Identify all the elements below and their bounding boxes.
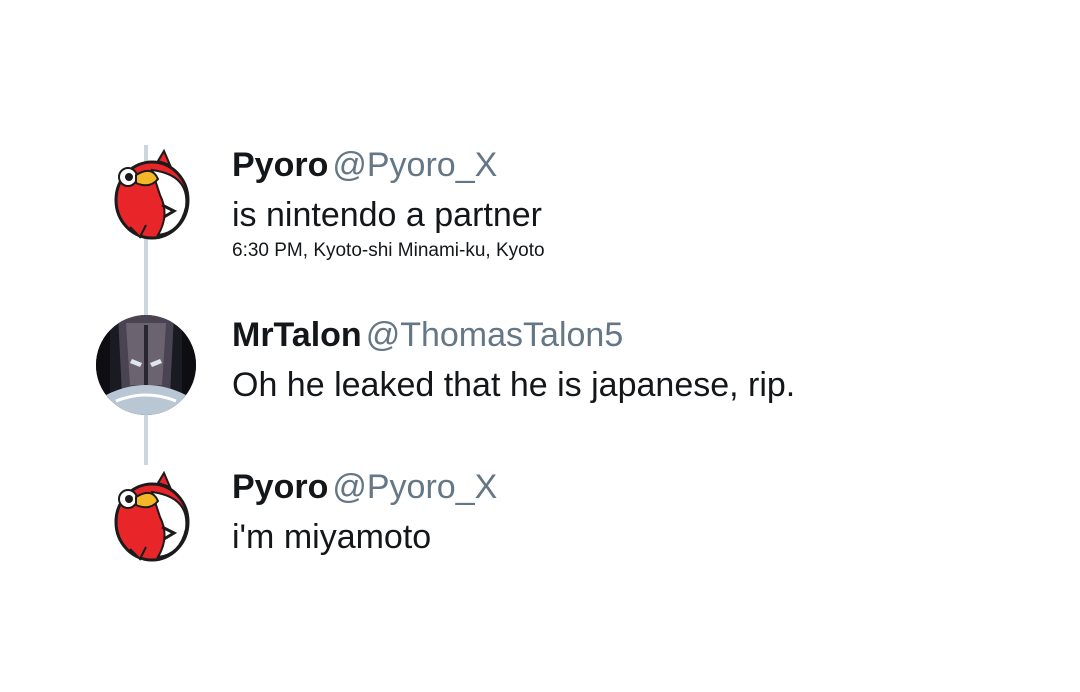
- tweet-text: i'm miyamoto: [232, 518, 432, 556]
- masked-figure-icon: [96, 315, 196, 415]
- tweet-header: Pyoro @Pyoro_X: [232, 467, 1052, 507]
- conversation-thread: Pyoro @Pyoro_X is nintendo a partner 6:30…: [0, 0, 1080, 692]
- tweet-content: Pyoro @Pyoro_X i'm miyamoto: [232, 467, 1052, 557]
- tweet-text: is nintendo a partner: [232, 196, 542, 234]
- avatar-pyoro[interactable]: [100, 467, 200, 567]
- tweet-content: MrTalon @ThomasTalon5 Oh he leaked that h…: [232, 315, 1052, 405]
- display-name[interactable]: Pyoro: [232, 146, 328, 184]
- tweet-timestamp-location[interactable]: 6:30 PM, Kyoto-shi Minami-ku, Kyoto: [232, 239, 1052, 263]
- avatar-pyoro[interactable]: [100, 145, 200, 245]
- avatar-mrtalon[interactable]: [96, 315, 196, 415]
- tweet-header: Pyoro @Pyoro_X: [232, 145, 1052, 185]
- pyoro-bird-icon: [114, 148, 190, 240]
- user-handle[interactable]: @Pyoro_X: [332, 468, 497, 506]
- tweet-content: Pyoro @Pyoro_X is nintendo a partner 6:30…: [232, 145, 1052, 263]
- tweet-header: MrTalon @ThomasTalon5: [232, 315, 1052, 355]
- pyoro-bird-icon: [114, 470, 190, 562]
- user-handle[interactable]: @Pyoro_X: [332, 146, 497, 184]
- display-name[interactable]: MrTalon: [232, 316, 362, 354]
- user-handle[interactable]: @ThomasTalon5: [366, 316, 624, 354]
- display-name[interactable]: Pyoro: [232, 468, 328, 506]
- tweet-text: Oh he leaked that he is japanese, rip.: [232, 366, 796, 404]
